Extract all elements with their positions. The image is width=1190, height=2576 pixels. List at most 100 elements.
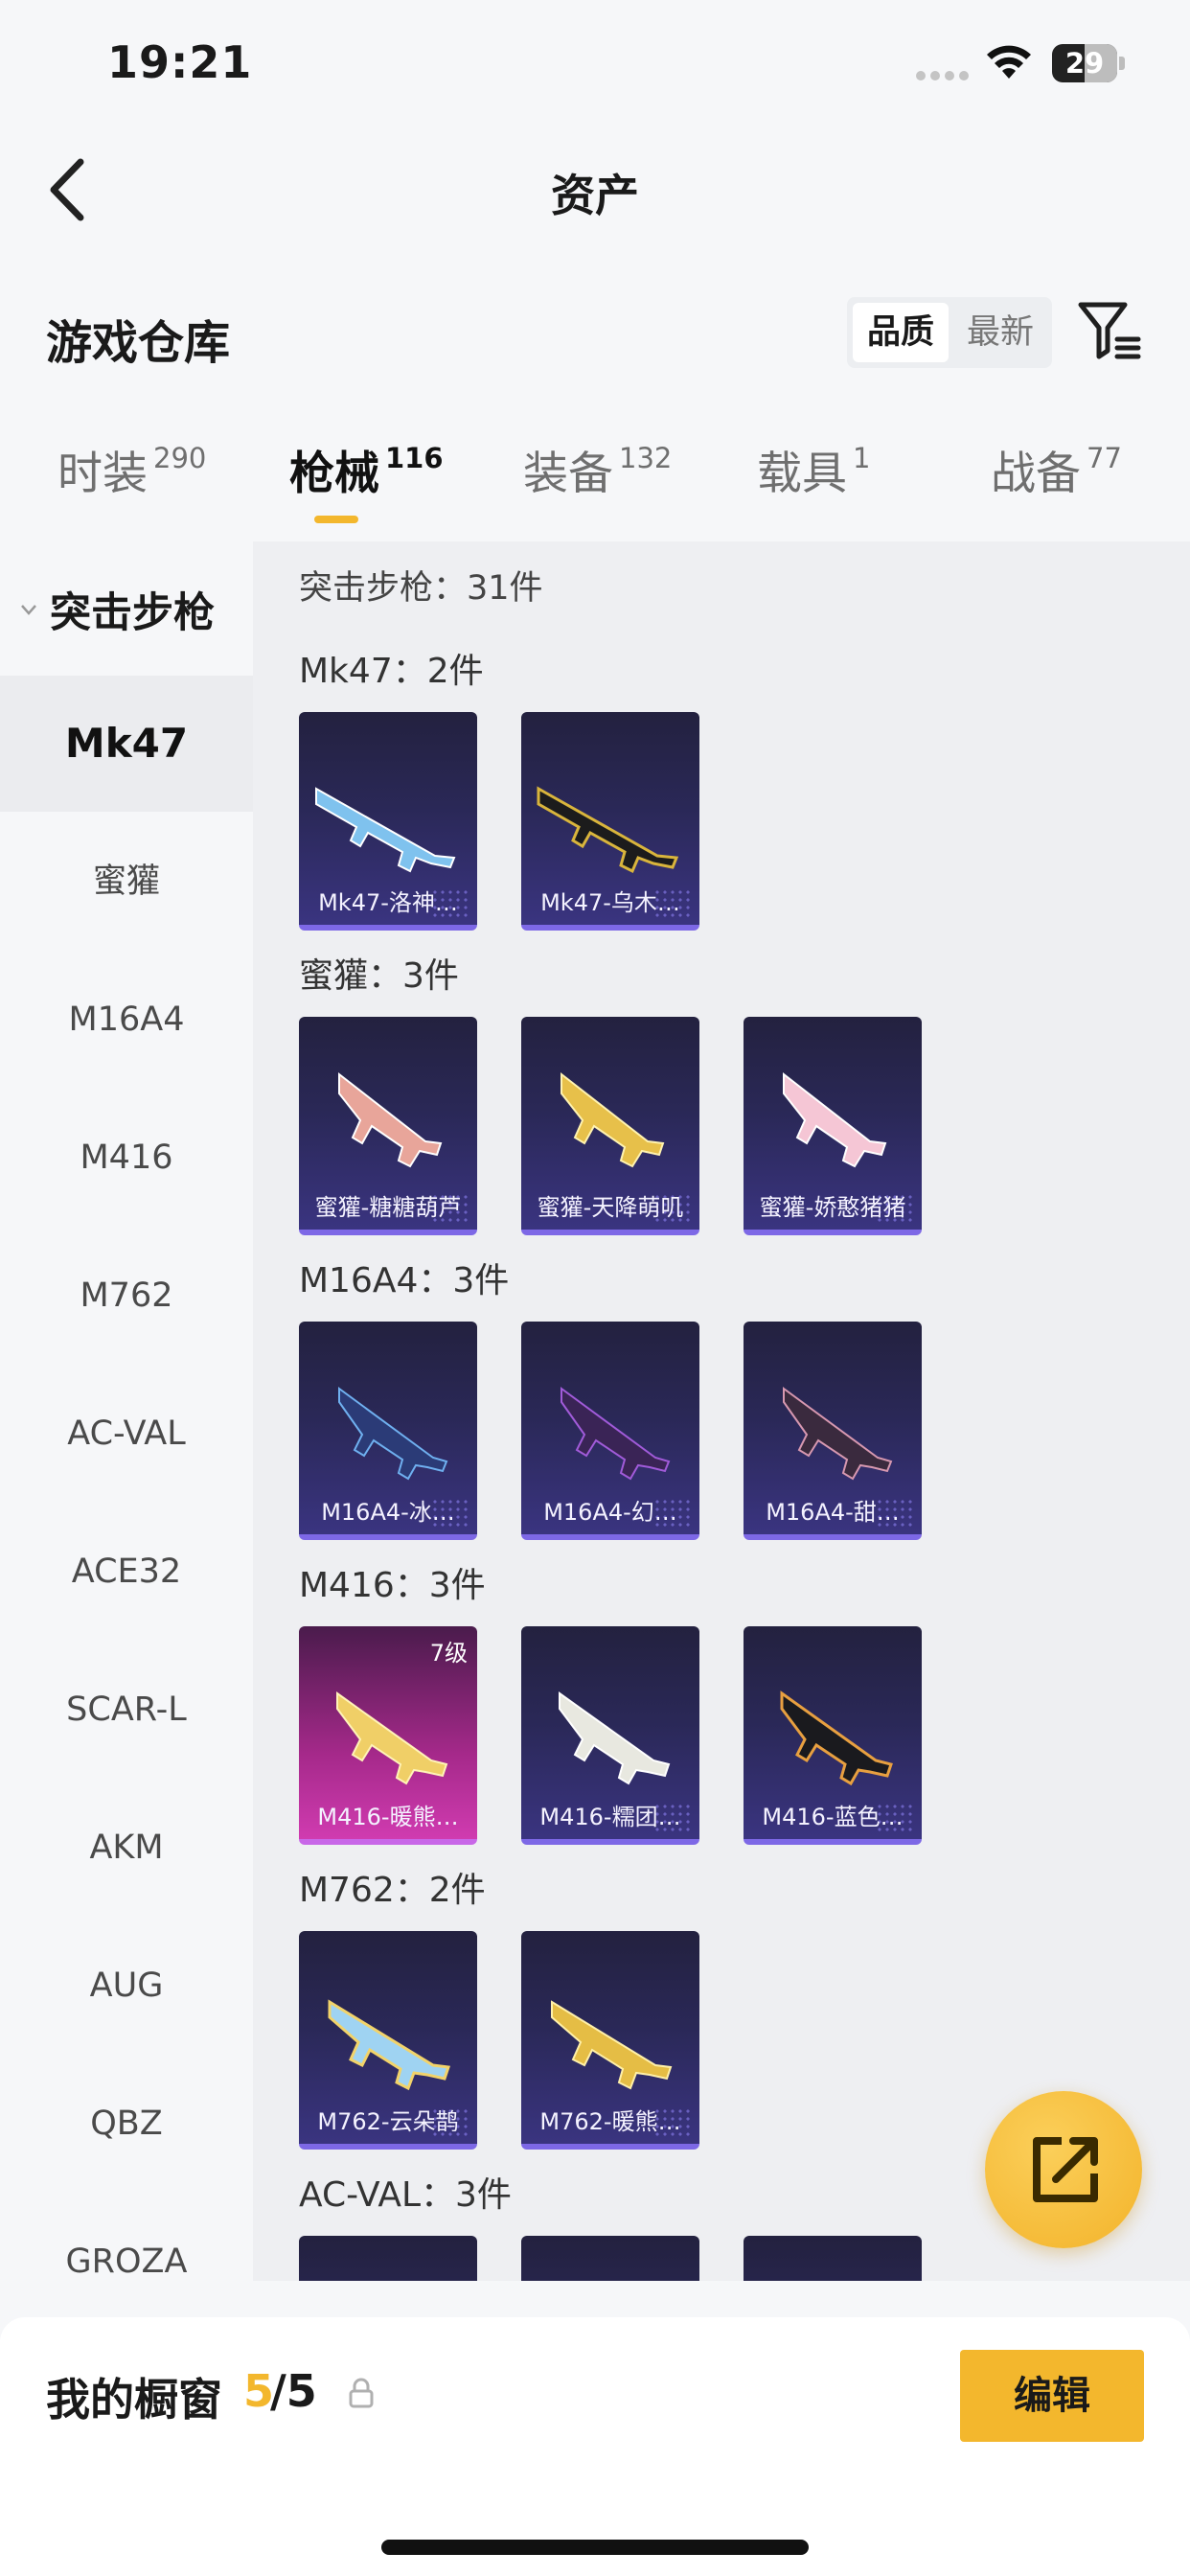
sidebar-item-m416[interactable]: M416: [0, 1090, 253, 1226]
weapon-sidebar: 突击步枪 Mk47 蜜獾 M16A4 M416 M762 AC-VAL ACE3…: [0, 541, 253, 2281]
rifle-image: [780, 1690, 893, 1786]
skin-name: M16A4-幻…: [543, 1499, 677, 1526]
tab-label: 枪械: [289, 448, 379, 500]
sidebar-item-m16a4[interactable]: M16A4: [0, 952, 253, 1088]
edit-button[interactable]: 编辑: [960, 2350, 1144, 2442]
share-button[interactable]: [985, 2091, 1142, 2248]
category-tabs: 时装 290 枪械 116 装备 132 载具 1 战备 77: [0, 436, 1190, 541]
skin-name: 蜜獾-糖糖葫芦: [314, 1194, 462, 1221]
sidebar-item-ace32[interactable]: ACE32: [0, 1504, 253, 1640]
share-icon: [1033, 2137, 1098, 2202]
skin-card[interactable]: M762-暖熊…: [521, 1931, 699, 2150]
skin-name: M416-蓝色…: [762, 1804, 904, 1830]
status-time: 19:21: [107, 36, 253, 88]
warehouse-title: 游戏仓库: [46, 316, 231, 370]
tab-count: 1: [853, 442, 871, 474]
rifle-image: [336, 1691, 448, 1785]
rifle-image: [315, 787, 456, 873]
sort-toggle: 品质 最新: [847, 297, 1052, 368]
skin-card[interactable]: M762-云朵鹊: [299, 1931, 477, 2150]
group-label: 蜜獾：3件: [299, 956, 459, 996]
skin-card[interactable]: M16A4-甜…: [744, 1322, 922, 1540]
tab-label: 战备: [991, 448, 1081, 500]
skin-card[interactable]: Mk47-洛神…: [299, 712, 477, 931]
home-indicator: [381, 2540, 809, 2555]
sidebar-item-qbz[interactable]: QBZ: [0, 2056, 253, 2192]
group-label: M762：2件: [299, 1871, 486, 1910]
group-label: Mk47：2件: [299, 652, 484, 691]
skin-name: 蜜獾-娇憨猪猪: [759, 1194, 906, 1221]
skin-name: M762-云朵鹊: [317, 2108, 459, 2135]
sidebar-item-m762[interactable]: M762: [0, 1228, 253, 1364]
sidebar-group-assault-rifles[interactable]: 突击步枪: [19, 580, 215, 639]
weapon-grid: 突击步枪：31件 Mk47：2件 Mk47-洛神… Mk47-乌木… 蜜獾：3件…: [253, 541, 1190, 2281]
category-count: 突击步枪：31件: [299, 569, 543, 608]
tab-firearms[interactable]: 枪械 116: [289, 436, 444, 502]
content-area: 突击步枪 Mk47 蜜獾 M16A4 M416 M762 AC-VAL ACE3…: [0, 541, 1190, 2281]
rifle-image: [328, 1999, 451, 2091]
skin-card[interactable]: 蜜獾-天降萌叽: [521, 1017, 699, 1235]
showcase-label: 我的橱窗: [46, 2374, 222, 2426]
skin-name: Mk47-乌木…: [540, 889, 680, 916]
skin-name: 蜜獾-天降萌叽: [537, 1194, 684, 1221]
skin-card[interactable]: [521, 2236, 699, 2281]
skin-card[interactable]: [299, 2236, 477, 2281]
wifi-icon: [987, 45, 1031, 79]
skin-name: M16A4-甜…: [766, 1499, 900, 1526]
rifle-image: [559, 1691, 671, 1785]
rifle-image: [783, 1387, 893, 1481]
chevron-down-icon: [21, 605, 36, 615]
battery-icon: 29: [1052, 44, 1125, 82]
tab-supplies[interactable]: 战备 77: [991, 436, 1122, 502]
skin-name: M16A4-冰…: [321, 1499, 455, 1526]
tab-label: 时装: [57, 448, 148, 500]
skin-card[interactable]: 蜜獾-糖糖葫芦: [299, 1017, 477, 1235]
skin-card[interactable]: 蜜獾-娇憨猪猪: [744, 1017, 922, 1235]
sidebar-item-aug[interactable]: AUG: [0, 1918, 253, 2054]
tab-label: 载具: [757, 448, 847, 500]
level-badge: 7级: [429, 1640, 468, 1667]
rifle-image: [338, 1071, 443, 1168]
skin-card[interactable]: M416-糯团…: [521, 1626, 699, 1845]
tab-fashion[interactable]: 时装 290: [57, 436, 206, 502]
sort-latest-button[interactable]: 最新: [952, 303, 1048, 362]
lock-icon: [349, 2378, 374, 2408]
rifle-image: [537, 786, 679, 874]
sidebar-item-akm[interactable]: AKM: [0, 1780, 253, 1916]
rifle-image: [561, 1071, 665, 1168]
signal-icon: [916, 71, 970, 82]
tab-label: 装备: [523, 448, 613, 500]
rifle-image: [338, 1387, 448, 1481]
skin-card[interactable]: M16A4-幻…: [521, 1322, 699, 1540]
tab-equipment[interactable]: 装备 132: [523, 436, 672, 502]
showcase-count-total: /5: [270, 2365, 317, 2417]
sidebar-item-groza[interactable]: GROZA: [0, 2194, 253, 2281]
status-bar: 19:21 29: [0, 0, 1190, 134]
sort-quality-button[interactable]: 品质: [853, 303, 949, 362]
rifle-image: [551, 2000, 673, 2090]
skin-card[interactable]: Mk47-乌木…: [521, 712, 699, 931]
tab-count: 77: [1087, 442, 1122, 474]
skin-card[interactable]: [744, 2236, 922, 2281]
sidebar-item-ac-val[interactable]: AC-VAL: [0, 1366, 253, 1502]
skin-card[interactable]: 7级 M416-暖熊…: [299, 1626, 477, 1845]
skin-card[interactable]: M416-蓝色…: [744, 1626, 922, 1845]
tab-count: 116: [385, 442, 444, 474]
sidebar-item-scar-l[interactable]: SCAR-L: [0, 1642, 253, 1778]
tab-vehicles[interactable]: 载具 1: [757, 436, 870, 502]
battery-level: 29: [1064, 47, 1105, 80]
skin-name: M416-暖熊…: [317, 1804, 459, 1830]
sidebar-item-mk47[interactable]: Mk47: [0, 676, 253, 812]
skin-name: Mk47-洛神…: [318, 889, 458, 916]
tab-count: 290: [153, 442, 207, 474]
skin-name: M762-暖熊…: [539, 2108, 681, 2135]
filter-icon[interactable]: [1075, 297, 1142, 364]
showcase-bar: 我的橱窗 5 /5 编辑: [0, 2317, 1190, 2576]
rifle-image: [783, 1071, 887, 1168]
group-label: M416：3件: [299, 1566, 486, 1605]
tab-count: 132: [619, 442, 673, 474]
active-tab-indicator: [314, 516, 358, 523]
rifle-image: [561, 1387, 671, 1481]
sidebar-item-honey-badger[interactable]: 蜜獾: [0, 814, 253, 950]
skin-card[interactable]: M16A4-冰…: [299, 1322, 477, 1540]
